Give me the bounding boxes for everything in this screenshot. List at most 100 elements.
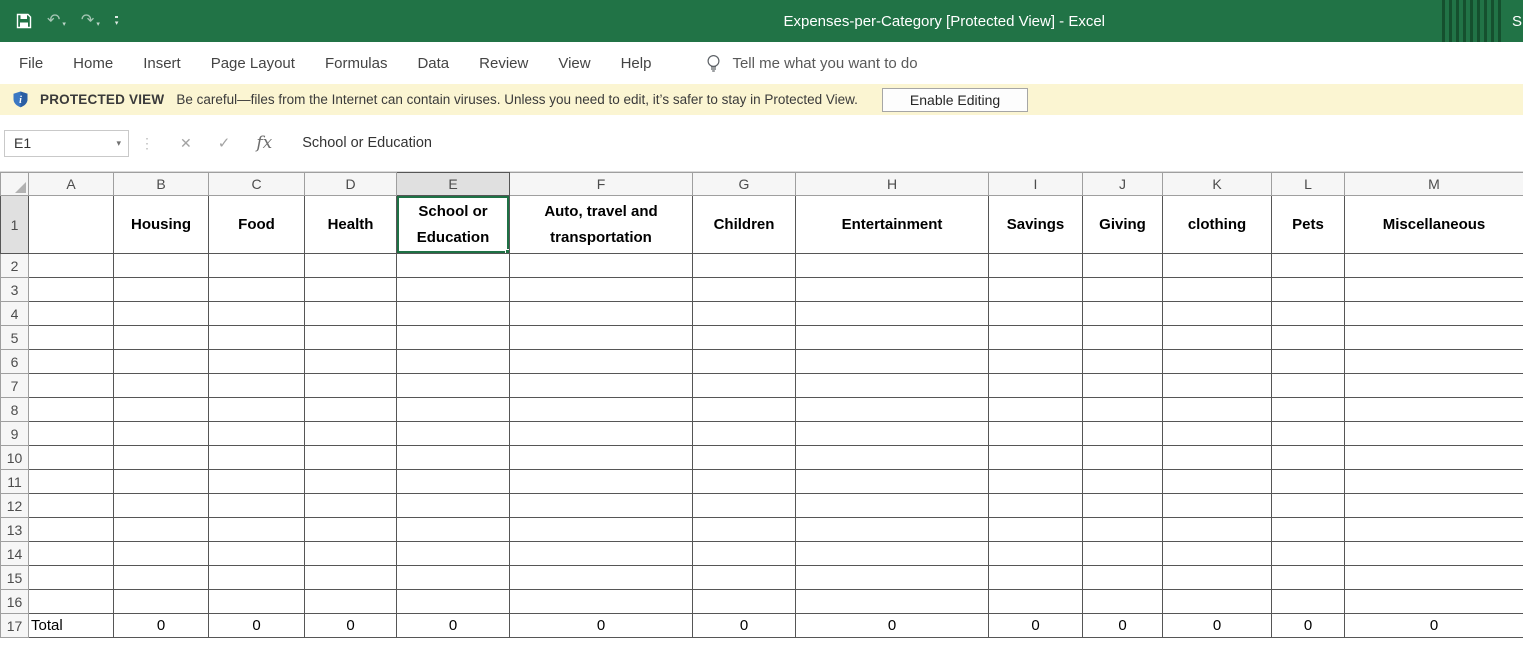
cell-K8[interactable]	[1163, 398, 1272, 422]
cell-D8[interactable]	[305, 398, 397, 422]
cell-B9[interactable]	[114, 422, 209, 446]
cell-M12[interactable]	[1345, 494, 1523, 518]
cell-G15[interactable]	[693, 566, 796, 590]
cell-F9[interactable]	[510, 422, 693, 446]
cell-B11[interactable]	[114, 470, 209, 494]
cell-E8[interactable]	[397, 398, 510, 422]
cell-K9[interactable]	[1163, 422, 1272, 446]
redo-dropdown-icon[interactable]: ▾	[96, 20, 100, 29]
cell-H1[interactable]: Entertainment	[796, 196, 989, 254]
cell-M5[interactable]	[1345, 326, 1523, 350]
cell-G3[interactable]	[693, 278, 796, 302]
cell-J16[interactable]	[1083, 590, 1163, 614]
cell-F8[interactable]	[510, 398, 693, 422]
cell-G14[interactable]	[693, 542, 796, 566]
cell-B1[interactable]: Housing	[114, 196, 209, 254]
cell-H3[interactable]	[796, 278, 989, 302]
cell-B3[interactable]	[114, 278, 209, 302]
cell-I14[interactable]	[989, 542, 1083, 566]
column-header-E[interactable]: E	[397, 173, 510, 196]
cell-J17[interactable]: 0	[1083, 614, 1163, 638]
cell-J9[interactable]	[1083, 422, 1163, 446]
cell-A6[interactable]	[29, 350, 114, 374]
cell-A5[interactable]	[29, 326, 114, 350]
customize-quick-access-button[interactable]: ▾	[115, 16, 119, 27]
cell-F11[interactable]	[510, 470, 693, 494]
tell-me-box[interactable]: Tell me what you want to do	[706, 54, 917, 73]
cell-G13[interactable]	[693, 518, 796, 542]
cell-C3[interactable]	[209, 278, 305, 302]
row-header-9[interactable]: 9	[1, 422, 29, 446]
tab-home[interactable]: Home	[58, 55, 128, 72]
tab-file[interactable]: File	[4, 55, 58, 72]
cell-A11[interactable]	[29, 470, 114, 494]
cell-L5[interactable]	[1272, 326, 1345, 350]
cell-H11[interactable]	[796, 470, 989, 494]
row-header-15[interactable]: 15	[1, 566, 29, 590]
cell-F3[interactable]	[510, 278, 693, 302]
cell-L1[interactable]: Pets	[1272, 196, 1345, 254]
cell-H10[interactable]	[796, 446, 989, 470]
cell-K11[interactable]	[1163, 470, 1272, 494]
cell-B10[interactable]	[114, 446, 209, 470]
cell-M11[interactable]	[1345, 470, 1523, 494]
cell-I17[interactable]: 0	[989, 614, 1083, 638]
cell-F1[interactable]: Auto, travel and transportation	[510, 196, 693, 254]
cell-A8[interactable]	[29, 398, 114, 422]
cell-E17[interactable]: 0	[397, 614, 510, 638]
tab-insert[interactable]: Insert	[128, 55, 196, 72]
cell-I4[interactable]	[989, 302, 1083, 326]
cell-E12[interactable]	[397, 494, 510, 518]
row-header-6[interactable]: 6	[1, 350, 29, 374]
cell-G4[interactable]	[693, 302, 796, 326]
cell-L10[interactable]	[1272, 446, 1345, 470]
row-header-8[interactable]: 8	[1, 398, 29, 422]
row-header-5[interactable]: 5	[1, 326, 29, 350]
cell-B8[interactable]	[114, 398, 209, 422]
cell-J4[interactable]	[1083, 302, 1163, 326]
cell-M17[interactable]: 0	[1345, 614, 1523, 638]
cell-E4[interactable]	[397, 302, 510, 326]
cell-I12[interactable]	[989, 494, 1083, 518]
cell-F10[interactable]	[510, 446, 693, 470]
cell-F5[interactable]	[510, 326, 693, 350]
cell-A13[interactable]	[29, 518, 114, 542]
cell-C12[interactable]	[209, 494, 305, 518]
cell-L3[interactable]	[1272, 278, 1345, 302]
column-header-F[interactable]: F	[510, 173, 693, 196]
cell-I7[interactable]	[989, 374, 1083, 398]
cell-A14[interactable]	[29, 542, 114, 566]
cell-G9[interactable]	[693, 422, 796, 446]
row-header-12[interactable]: 12	[1, 494, 29, 518]
cell-H8[interactable]	[796, 398, 989, 422]
cell-G10[interactable]	[693, 446, 796, 470]
cell-B6[interactable]	[114, 350, 209, 374]
cell-J12[interactable]	[1083, 494, 1163, 518]
cell-D11[interactable]	[305, 470, 397, 494]
cell-H15[interactable]	[796, 566, 989, 590]
cell-B14[interactable]	[114, 542, 209, 566]
cell-F15[interactable]	[510, 566, 693, 590]
cell-B16[interactable]	[114, 590, 209, 614]
cell-A9[interactable]	[29, 422, 114, 446]
tab-review[interactable]: Review	[464, 55, 543, 72]
cell-M3[interactable]	[1345, 278, 1523, 302]
cell-H4[interactable]	[796, 302, 989, 326]
cell-K16[interactable]	[1163, 590, 1272, 614]
cell-B2[interactable]	[114, 254, 209, 278]
cell-K3[interactable]	[1163, 278, 1272, 302]
cell-J10[interactable]	[1083, 446, 1163, 470]
cell-D7[interactable]	[305, 374, 397, 398]
column-header-L[interactable]: L	[1272, 173, 1345, 196]
cell-L11[interactable]	[1272, 470, 1345, 494]
cell-J2[interactable]	[1083, 254, 1163, 278]
cell-C16[interactable]	[209, 590, 305, 614]
row-header-10[interactable]: 10	[1, 446, 29, 470]
column-header-H[interactable]: H	[796, 173, 989, 196]
cell-C4[interactable]	[209, 302, 305, 326]
cell-I5[interactable]	[989, 326, 1083, 350]
cell-K4[interactable]	[1163, 302, 1272, 326]
cell-I10[interactable]	[989, 446, 1083, 470]
cell-H13[interactable]	[796, 518, 989, 542]
cell-F2[interactable]	[510, 254, 693, 278]
